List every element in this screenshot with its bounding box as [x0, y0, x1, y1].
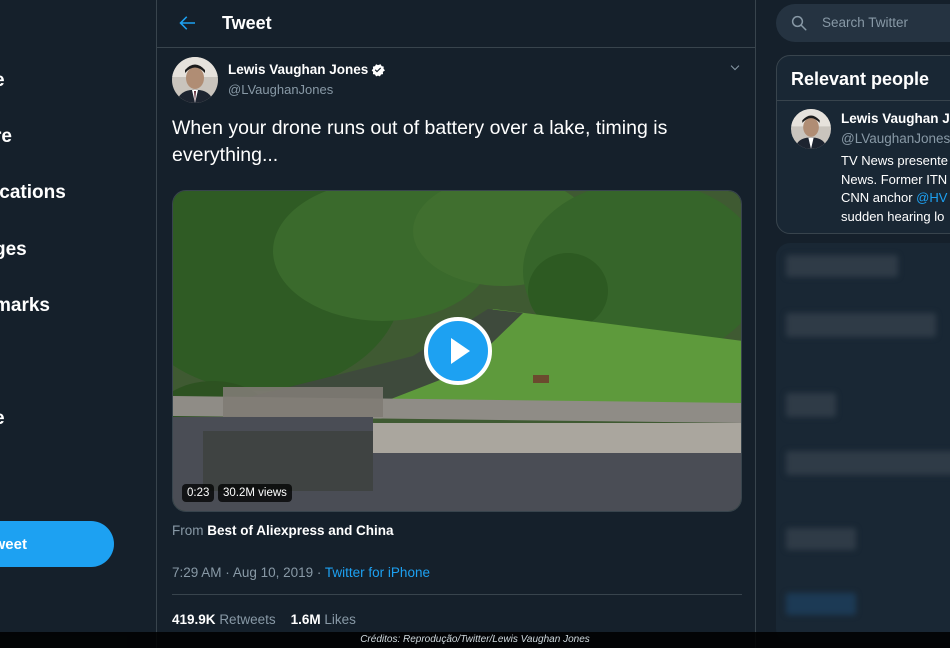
back-arrow-icon[interactable] [175, 11, 199, 35]
likes-stat[interactable]: 1.6M Likes [291, 612, 356, 627]
tweet-detail-column: Tweet Lewis Vaughan Jones @LVaughanJones… [156, 0, 756, 648]
bio-line: News. Former ITN [841, 171, 948, 187]
page-title: Tweet [222, 13, 272, 33]
divider [777, 100, 950, 101]
divider [172, 594, 742, 595]
blurred-item [786, 528, 856, 550]
play-icon [451, 338, 470, 364]
tweet-text: When your drone runs out of battery over… [172, 117, 668, 166]
video-views: 30.2M views [218, 484, 292, 502]
person-handle[interactable]: @LVaughanJones [841, 131, 950, 146]
nav-item-messages[interactable]: ges [0, 239, 27, 261]
blurred-trends-card [776, 243, 950, 643]
meta-separator: · [316, 565, 322, 580]
retweets-count: 419.9K [172, 612, 216, 627]
blurred-item [786, 451, 950, 475]
author-name[interactable]: Lewis Vaughan Jones [228, 62, 368, 77]
left-navigation: e re ications ges marks e weet [0, 0, 156, 648]
nav-item-explore[interactable]: re [0, 126, 12, 148]
nav-item-notifications[interactable]: ications [0, 182, 66, 204]
tweet-date[interactable]: Aug 10, 2019 [233, 565, 313, 580]
nav-item-bookmarks[interactable]: marks [0, 295, 50, 317]
tweet-stats: 419.9K Retweets 1.6M Likes [172, 612, 356, 627]
page-header: Tweet [157, 0, 755, 48]
person-bio: TV News presente News. Former ITN CNN an… [841, 152, 950, 226]
nav-item-home[interactable]: e [0, 70, 5, 92]
person-name[interactable]: Lewis Vaughan Jo [841, 111, 950, 126]
meta-separator: · [225, 565, 230, 580]
play-button[interactable] [424, 317, 492, 385]
image-credit: Créditos: Reprodução/Twitter/Lewis Vaugh… [0, 632, 950, 648]
blurred-item [786, 593, 856, 615]
likes-count: 1.6M [290, 612, 321, 627]
bio-line: sudden hearing lo [841, 208, 945, 224]
retweets-label: Retweets [219, 612, 276, 627]
author-handle[interactable]: @LVaughanJones [228, 82, 333, 97]
bio-text: CNN anchor [841, 190, 913, 205]
search-input[interactable]: Search Twitter [776, 4, 950, 42]
blurred-item [786, 393, 836, 417]
bio-line: CNN anchor @HV [841, 189, 950, 208]
tweet-metadata: 7:29 AM · Aug 10, 2019 · Twitter for iPh… [172, 565, 430, 580]
blurred-item [786, 313, 936, 337]
bio-line: TV News presente [841, 153, 948, 168]
author-avatar[interactable] [172, 57, 218, 103]
video-duration: 0:23 [182, 484, 215, 502]
search-placeholder: Search Twitter [822, 15, 909, 30]
search-icon [791, 15, 807, 31]
video-player[interactable]: 0:23 30.2M views [172, 190, 742, 512]
tweet-time[interactable]: 7:29 AM [172, 565, 222, 580]
from-prefix: From [172, 523, 204, 538]
relevant-people-card: Relevant people Lewis Vaughan Jo @LVaugh… [776, 55, 950, 234]
bio-mention-link[interactable]: @HV [916, 190, 947, 205]
tweet-client-link[interactable]: Twitter for iPhone [325, 565, 430, 580]
nav-item-profile[interactable]: e [0, 408, 5, 430]
retweets-stat[interactable]: 419.9K Retweets [172, 612, 276, 627]
video-source-link[interactable]: Best of Aliexpress and China [207, 523, 393, 538]
likes-label: Likes [324, 612, 356, 627]
relevant-people-title: Relevant people [791, 69, 930, 89]
right-sidebar: Search Twitter Relevant people Lewis Vau… [756, 0, 950, 648]
verified-badge-icon [371, 64, 385, 77]
avatar[interactable] [791, 109, 831, 149]
video-source-line: From Best of Aliexpress and China [172, 523, 394, 538]
tweet-button[interactable]: weet [0, 521, 114, 567]
blurred-item [786, 255, 898, 277]
chevron-down-icon[interactable] [727, 60, 743, 76]
